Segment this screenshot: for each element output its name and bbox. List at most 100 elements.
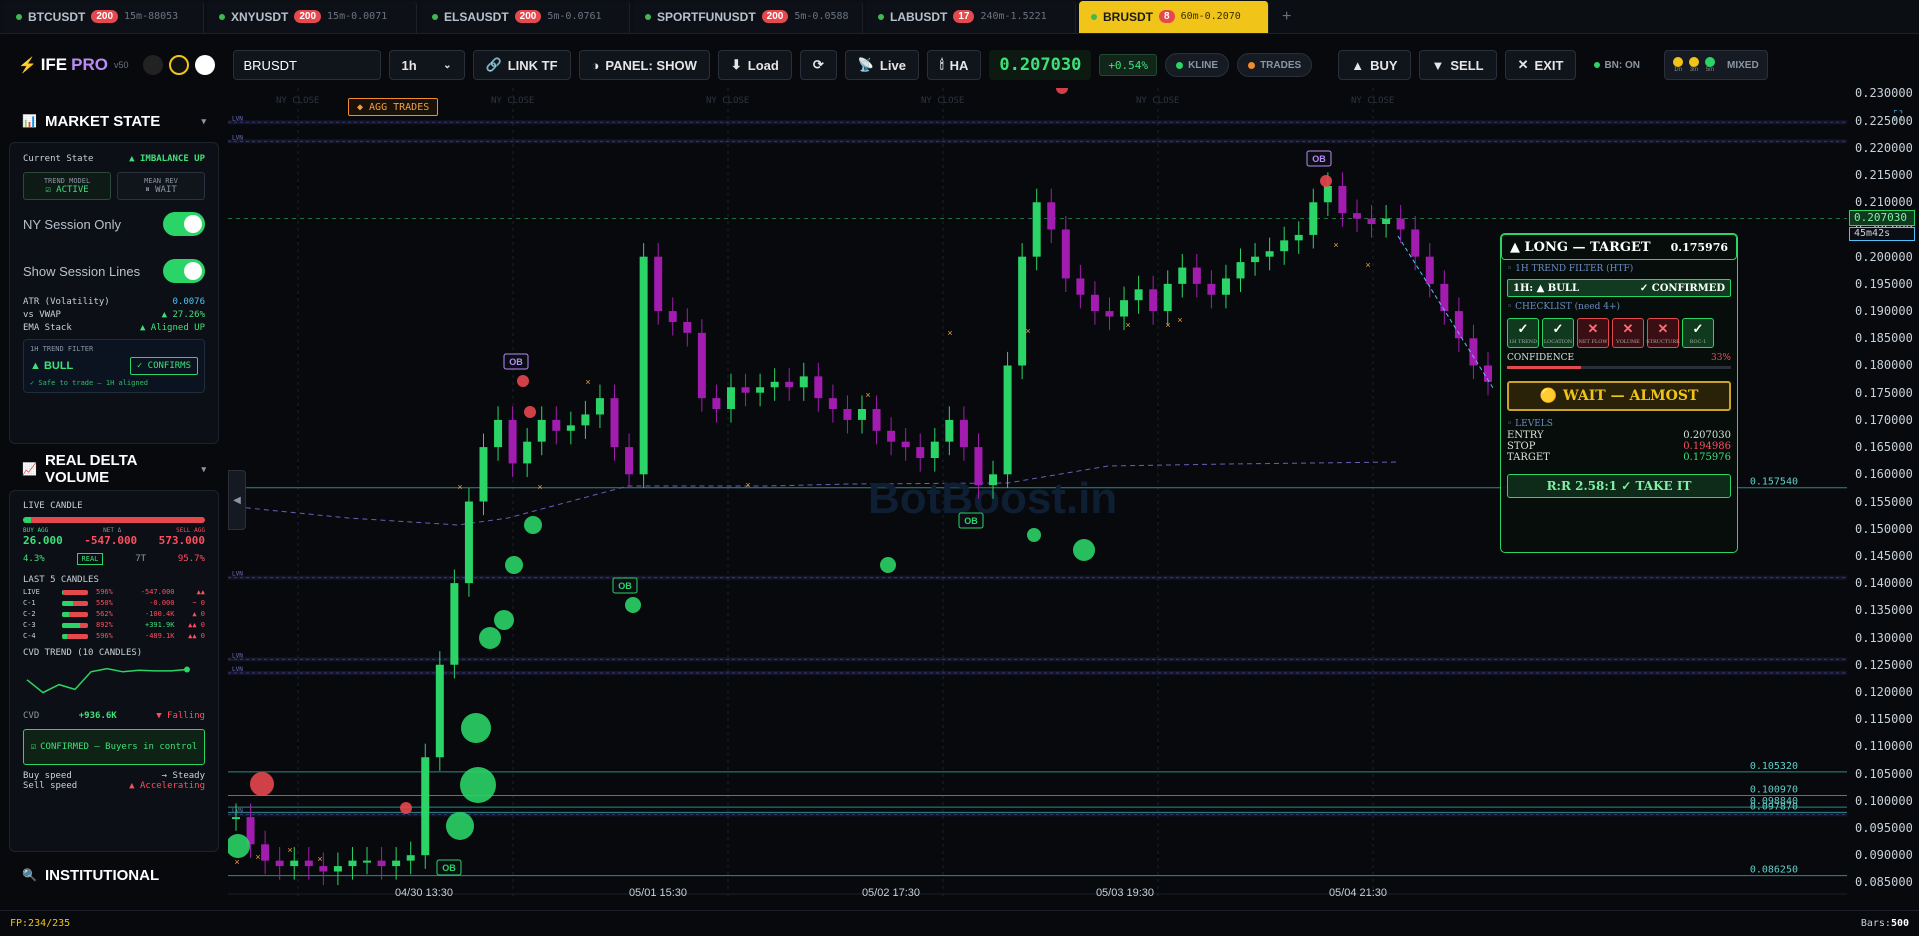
htf-confirmed: ✓ CONFIRMED [1639, 282, 1725, 294]
projection-line [1397, 235, 1494, 389]
candle-name: LIVE [23, 588, 40, 596]
candle-body [1251, 256, 1260, 263]
collapse-sidebar-button[interactable]: ◀ [228, 470, 246, 530]
htf-filter-box: 1H TREND FILTER ▲ BULL ✓ CONFIRMS ✓ Safe… [23, 339, 205, 393]
session-label: NY CLOSE [1136, 96, 1179, 106]
agg-trades-toggle[interactable]: ◆ AGG TRADES [348, 98, 439, 116]
tab-sportfunusdt[interactable]: SPORTFUNUSDT 200 5m-0.0588 [633, 0, 863, 33]
session-lines-toggle[interactable] [163, 259, 205, 283]
binance-status: BN: ON [1594, 60, 1640, 71]
logo-pro-text: PRO [71, 55, 108, 74]
volume-bubble [479, 627, 501, 649]
tf-1m[interactable]: 1m [1673, 57, 1683, 73]
card-title: ▲ LONG — TARGET [1510, 239, 1651, 255]
trades-stream-pill[interactable]: TRADES [1237, 53, 1313, 77]
candle-body [1134, 289, 1143, 301]
refresh-button[interactable]: ⟳ [799, 50, 837, 80]
status-dot-icon [1091, 13, 1097, 20]
signal-x-marker: × [865, 390, 870, 400]
panel-toggle-button[interactable]: ◑ PANEL: SHOW [578, 50, 710, 80]
level-label: 0.105320 [1750, 761, 1798, 772]
exit-label: EXIT [1534, 57, 1564, 73]
candle-body [712, 398, 721, 410]
candle-body [1280, 240, 1289, 252]
tab-btcusdt[interactable]: BTCUSDT 200 15m-88053 [4, 0, 204, 33]
candle-body [887, 430, 896, 442]
check-label: VOLUME [1616, 338, 1640, 345]
symbol-input[interactable] [232, 50, 381, 80]
candle-arrows: ▲▲ [196, 588, 205, 596]
volume-bubble [1073, 539, 1095, 561]
tab-sub: 60m-0.2070 [1180, 11, 1241, 22]
entry-value: 0.207030 [1683, 430, 1731, 441]
exit-button[interactable]: ✕ EXIT [1504, 50, 1577, 80]
link-tf-button[interactable]: 🔗 LINK TF [472, 50, 571, 80]
heikin-ashi-button[interactable]: 🕯 HA [926, 50, 982, 80]
candle-body [901, 441, 910, 448]
tab-elsausdt[interactable]: ELSAUSDT 200 5m-0.0761 [420, 0, 630, 33]
tf-5m[interactable]: 5m [1705, 57, 1715, 73]
tf-3m[interactable]: 3m [1689, 57, 1699, 73]
chevron-down-icon: ▾ [201, 463, 206, 474]
price-tick: 0.215000 [1855, 168, 1913, 183]
price-tick: 0.090000 [1855, 848, 1913, 863]
card-target-head: 0.175976 [1670, 240, 1728, 254]
status-dot-icon [219, 13, 225, 20]
ny-session-toggle[interactable] [163, 212, 205, 236]
status-dot-icon [878, 13, 884, 20]
volume-bubble [400, 802, 412, 814]
add-tab-button[interactable]: + [1282, 8, 1291, 26]
theme-light-button[interactable] [194, 55, 215, 75]
ema-label: EMA Stack [23, 323, 72, 333]
delta-volume-header[interactable]: 📈 REAL DELTA VOLUME ▾ [0, 452, 228, 486]
candle-body [683, 321, 692, 333]
candle-body [1396, 218, 1405, 230]
mean-rev-value: WAIT [155, 185, 177, 195]
signal-x-marker: × [537, 482, 542, 492]
check-net-flow: ✕ NET FLOW [1577, 318, 1609, 348]
broadcast-icon: 📡 [857, 57, 874, 72]
levels-label: ◦ LEVELS [1507, 419, 1553, 429]
target-label: TARGET [1507, 452, 1550, 463]
sell-speed-label: Sell speed [23, 781, 78, 791]
timeframe-select[interactable]: 1h ⌄ [388, 50, 465, 80]
ha-label: HA [949, 57, 969, 73]
live-button[interactable]: 📡 Live [844, 50, 919, 80]
kline-stream-pill[interactable]: KLINE [1165, 53, 1230, 77]
price-tick: 0.225000 [1855, 113, 1913, 128]
tab-symbol: SPORTFUNUSDT [657, 9, 756, 24]
rr-take-button[interactable]: R:R 2.58:1 ✓ TAKE IT [1507, 474, 1731, 498]
candle-body [625, 447, 634, 475]
candle-buy-fill [61, 600, 74, 606]
triangle-down-icon: ▼ [1431, 57, 1445, 73]
cvd-status: ▼ Falling [156, 711, 205, 721]
candle-body [930, 441, 939, 458]
candle-body [1003, 365, 1012, 475]
theme-gold-button[interactable] [168, 55, 189, 75]
institutional-header[interactable]: 🔍 INSTITUTIONAL [0, 862, 228, 888]
candle-buy-fill [61, 611, 70, 617]
wait-text: WAIT — ALMOST [1563, 388, 1699, 404]
candle-body [464, 501, 473, 584]
candle-body [639, 256, 648, 475]
tab-labusdt[interactable]: LABUSDT 17 240m-1.5221 [866, 0, 1076, 33]
tab-symbol: BTCUSDT [28, 9, 86, 24]
candle-body [508, 419, 517, 464]
tab-brusdt[interactable]: BRUSDT 8 60m-0.2070 [1079, 0, 1269, 33]
candle-body [1382, 218, 1391, 225]
candle-body [974, 447, 983, 486]
volume-bubble [460, 767, 496, 803]
candle-pct: 562% [96, 610, 113, 618]
price-tick: 0.175000 [1855, 385, 1913, 400]
x-tick-label: 05/03 19:30 [1096, 887, 1154, 899]
status-dot-icon [16, 13, 22, 20]
buy-button[interactable]: ▲ BUY [1338, 50, 1411, 80]
theme-dark-button[interactable] [142, 55, 163, 75]
load-button[interactable]: ⬇ Load [717, 50, 792, 80]
market-state-header[interactable]: 📊 MARKET STATE ▾ [0, 108, 228, 134]
candle-body [1061, 229, 1070, 279]
tab-xnyusdt[interactable]: XNYUSDT 200 15m-0.0071 [207, 0, 417, 33]
sell-button[interactable]: ▼ SELL [1418, 50, 1497, 80]
timeframe-mix-selector[interactable]: 1m 3m 5m MIXED [1664, 50, 1768, 80]
check-volume: ✕ VOLUME [1612, 318, 1644, 348]
